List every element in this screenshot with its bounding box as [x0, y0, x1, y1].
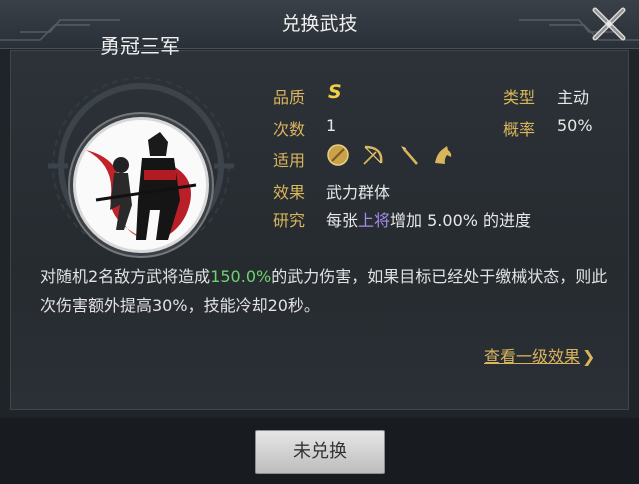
- applicable-icons: [326, 143, 455, 167]
- close-icon: [592, 7, 626, 41]
- type-label: 类型: [503, 88, 536, 107]
- research-highlight: 上将: [358, 211, 391, 230]
- bow-icon: [361, 143, 385, 167]
- skill-description: 对随机2名敌方武将造成150.0%的武力伤害，如果目标已经处于缴械状态，则此次伤…: [40, 262, 615, 320]
- warrior-illustration: [86, 132, 197, 240]
- research-label: 研究: [273, 211, 306, 230]
- close-button[interactable]: [587, 2, 631, 46]
- chevron-right-icon: ❯: [582, 347, 596, 366]
- skill-name: 勇冠三军: [100, 34, 180, 58]
- link-label: 查看一级效果: [484, 347, 581, 366]
- research-value: 每张上将增加 5.00% 的进度: [326, 207, 531, 231]
- view-level1-effect-link[interactable]: 查看一级效果 ❯: [484, 343, 595, 367]
- count-value: 1: [326, 116, 337, 135]
- quality-label: 品质: [273, 88, 306, 107]
- not-exchanged-button[interactable]: 未兑换: [255, 430, 385, 474]
- description-highlight: 150.0%: [210, 267, 272, 286]
- horse-icon: [431, 143, 455, 167]
- rate-value: 50%: [557, 116, 593, 135]
- research-suffix: 增加 5.00% 的进度: [390, 211, 532, 230]
- effect-label: 效果: [273, 183, 306, 202]
- quality-value: S: [328, 81, 342, 103]
- research-prefix: 每张: [326, 211, 359, 230]
- description-prefix: 对随机2名敌方武将造成: [40, 267, 211, 286]
- count-label: 次数: [273, 120, 306, 139]
- shield-icon: [326, 143, 350, 167]
- effect-value: 武力群体: [326, 183, 391, 202]
- skill-portrait: [73, 117, 209, 253]
- type-value: 主动: [557, 88, 590, 107]
- spear-icon: [396, 143, 420, 167]
- rate-label: 概率: [503, 120, 536, 139]
- applicable-label: 适用: [273, 151, 306, 170]
